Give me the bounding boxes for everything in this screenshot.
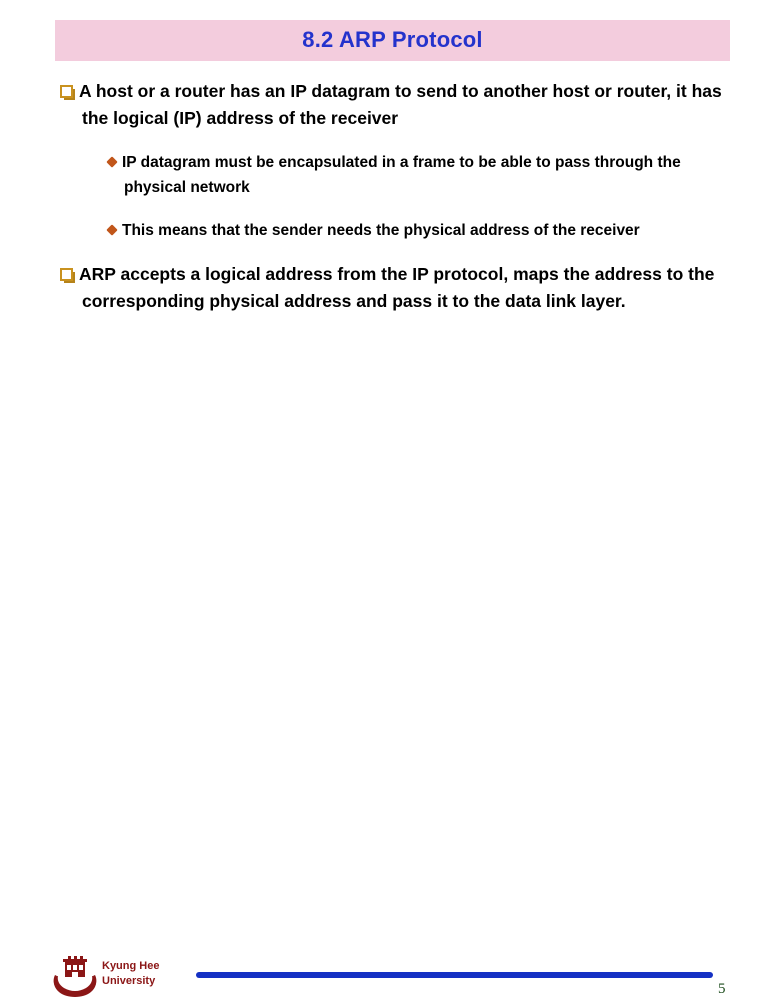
kyung-hee-university-logo-icon [53, 956, 97, 997]
page-title: 8.2 ARP Protocol [302, 27, 483, 52]
footer-org-line2: University [102, 975, 156, 987]
bullet-text-wrapper: This means that the sender needs the phy… [106, 218, 728, 243]
bullet-label: ARP accepts a logical address from the I… [79, 264, 715, 311]
slide-body: A host or a router has an IP datagram to… [0, 78, 780, 333]
footer-divider [196, 972, 713, 978]
bullet-item: A host or a router has an IP datagram to… [0, 78, 780, 132]
bullet-item: This means that the sender needs the phy… [0, 218, 780, 243]
bullet-label: This means that the sender needs the phy… [122, 222, 640, 239]
slide-title-bar: 8.2 ARP Protocol [55, 20, 730, 61]
footer-org-line1: Kyung Hee [102, 960, 160, 972]
bullet-text-wrapper: A host or a router has an IP datagram to… [60, 78, 742, 132]
bullet-label: IP datagram must be encapsulated in a fr… [122, 154, 681, 196]
footer-organization: Kyung Hee University [102, 959, 159, 989]
bullet-label: A host or a router has an IP datagram to… [79, 81, 722, 128]
bullet-item: IP datagram must be encapsulated in a fr… [0, 150, 780, 200]
square-bullet-icon [60, 268, 73, 281]
square-bullet-icon [60, 85, 73, 98]
bullet-text-wrapper: IP datagram must be encapsulated in a fr… [106, 150, 728, 200]
diamond-bullet-icon [106, 156, 118, 168]
bullet-item: ARP accepts a logical address from the I… [0, 261, 780, 315]
slide-footer: Kyung Hee University 5 [0, 470, 780, 997]
page-number: 5 [718, 981, 726, 997]
diamond-bullet-icon [106, 224, 118, 236]
bullet-text-wrapper: ARP accepts a logical address from the I… [60, 261, 742, 315]
